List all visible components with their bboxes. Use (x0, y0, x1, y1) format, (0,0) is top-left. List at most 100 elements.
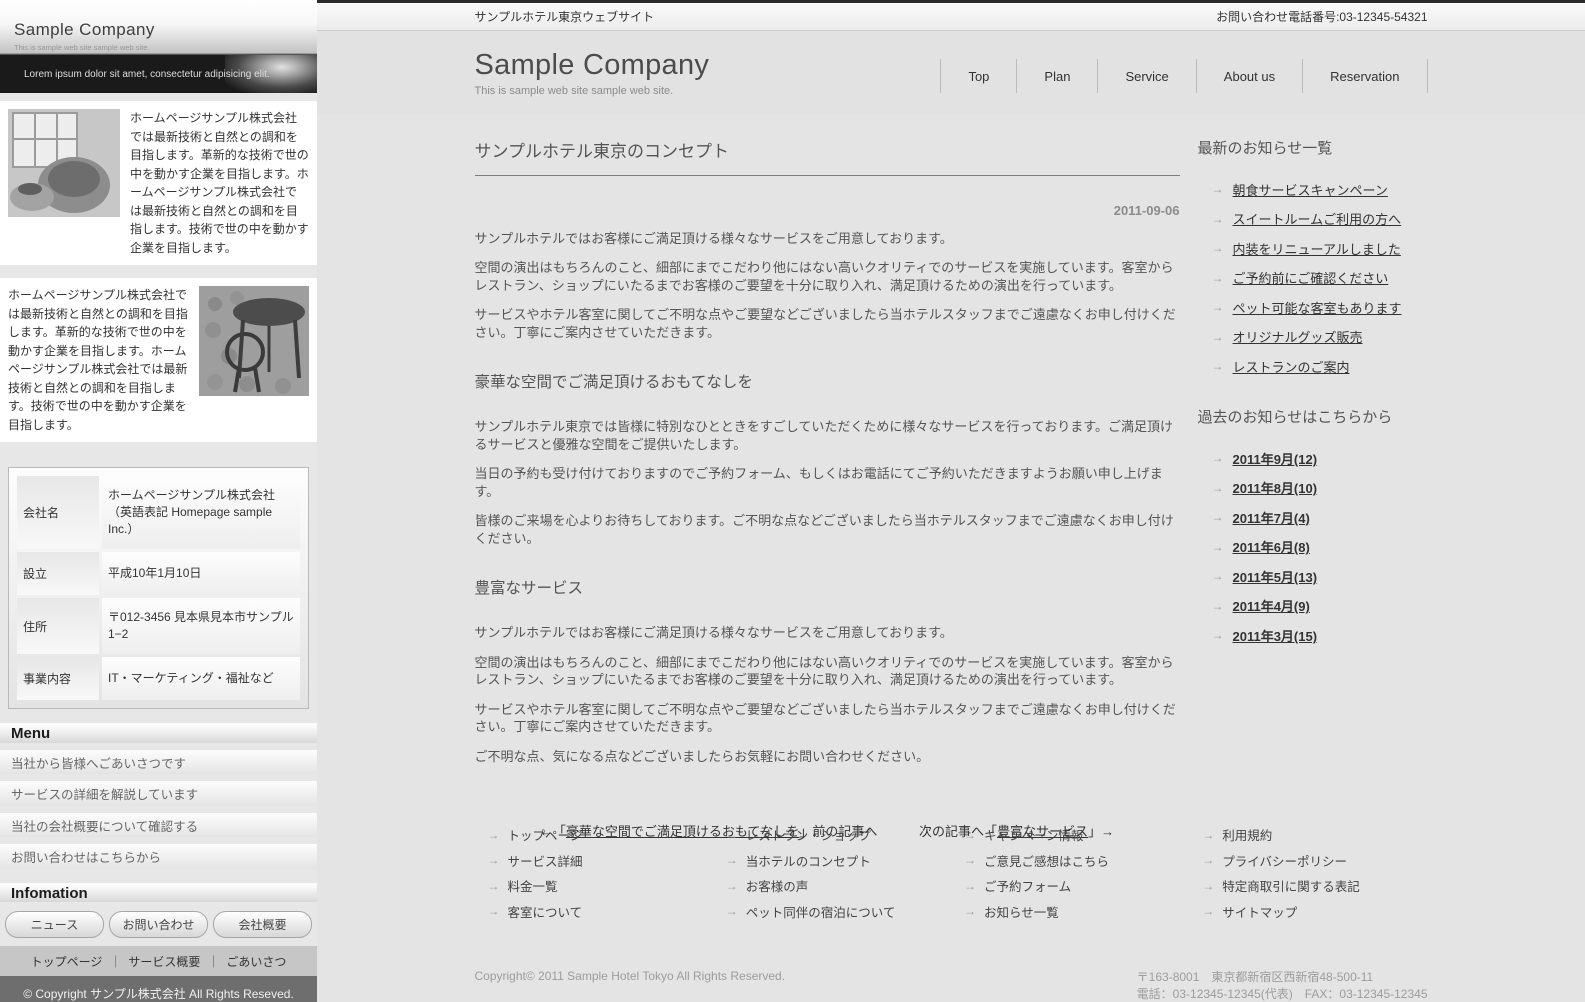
arrow-icon: → (488, 880, 500, 892)
sidebar-information-heading: Infomation (0, 883, 317, 903)
sidebar-link-top[interactable]: トップページ (31, 953, 103, 970)
sidebar-logo[interactable]: Sample Company This is sample web site s… (0, 0, 317, 54)
arrow-icon: → (1212, 331, 1224, 343)
footer-link[interactable]: 客室について (508, 902, 583, 921)
arrow-icon: → (1212, 511, 1224, 523)
footer-link[interactable]: 当ホテルのコンセプト (746, 851, 871, 870)
archive-list: →2011年9月(12) →2011年8月(10) →2011年7月(4) →2… (1198, 449, 1428, 645)
footer-link[interactable]: 利用規約 (1222, 825, 1272, 844)
news-link[interactable]: 内装をリニューアルしました (1233, 239, 1401, 258)
table-row: 住所 〒012-3456 見本県見本市サンプル1−2 (17, 598, 300, 654)
site-header: Sample Company This is sample web site s… (317, 31, 1585, 114)
nav-item-plan[interactable]: Plan (1016, 59, 1097, 93)
archive-link[interactable]: 2011年4月(9) (1233, 596, 1310, 615)
nav-item-top[interactable]: Top (940, 59, 1016, 93)
sidebar-about-text-2: ホームページサンプル株式会社では最新技術と自然との調和を目指します。革新的な技術… (8, 286, 189, 434)
footer-link[interactable]: 料金一覧 (508, 876, 558, 895)
arrow-icon: → (1212, 301, 1224, 313)
news-sidebar: 最新のお知らせ一覧 →朝食サービスキャンペーン →スイートルームご利用の方へ →… (1198, 137, 1428, 803)
article-date: 2011-09-06 (475, 203, 1180, 218)
arrow-icon: → (726, 880, 738, 892)
sidebar-about-block-2: ホームページサンプル株式会社では最新技術と自然との調和を目指します。革新的な技術… (0, 278, 317, 442)
sidebar-buttons: ニュース お問い合わせ 会社概要 (0, 902, 317, 946)
latest-news-heading: 最新のお知らせ一覧 (1198, 137, 1428, 158)
footer-column-1: →トップページ →サービス詳細 →料金一覧 →客室について (475, 825, 713, 927)
footer-link[interactable]: プライバシーポリシー (1222, 851, 1347, 870)
article-paragraph: サンプルホテルではお客様にご満足頂ける様々なサービスをご用意しております。 (475, 230, 1180, 248)
arrow-icon: → (726, 854, 738, 866)
arrow-icon: → (1212, 570, 1224, 582)
sidebar-menu-item-service[interactable]: サービスの詳細を解説しています (0, 781, 317, 805)
footer-link[interactable]: お知らせ一覧 (984, 902, 1059, 921)
footer-address-line1: 〒163-8001 東京都新宿区西新宿48-500-11 (1137, 969, 1428, 986)
footer-link[interactable]: サービス詳細 (508, 851, 583, 870)
footer-link[interactable]: レストラン・ショップ (746, 825, 871, 844)
archive-link[interactable]: 2011年5月(13) (1233, 567, 1318, 586)
arrow-icon: → (1202, 905, 1214, 917)
list-item: →2011年6月(8) (1212, 537, 1428, 556)
list-item: → 2011年4月(9) (1212, 596, 1428, 615)
news-link[interactable]: ペット可能な客室もあります (1233, 298, 1402, 317)
footer-link[interactable]: ご予約フォーム (984, 876, 1071, 895)
list-item: →スイートルームご利用の方へ (1212, 209, 1428, 228)
footer-link[interactable]: ご意見ご感想はこちら (984, 851, 1109, 870)
news-link[interactable]: オリジナルグッズ販売 (1233, 327, 1363, 346)
article-paragraph: 当日の予約も受け付けておりますのでご予約フォーム、もしくはお電話にてご予約いただ… (475, 465, 1180, 500)
contact-button[interactable]: お問い合わせ (109, 911, 208, 938)
footer-link[interactable]: 特定商取引に関する表記 (1222, 876, 1360, 895)
footer-link[interactable]: キャンペーン情報 (984, 825, 1083, 844)
footer-link[interactable]: トップページ (508, 825, 583, 844)
arrow-icon: → (1202, 854, 1214, 866)
arrow-icon: → (1212, 629, 1224, 641)
arrow-icon: → (488, 854, 500, 866)
footer-column-2: →レストラン・ショップ →当ホテルのコンセプト →お客様の声 →ペット同伴の宿泊… (713, 825, 951, 927)
archive-link[interactable]: 2011年3月(15) (1233, 626, 1318, 645)
news-link[interactable]: スイートルームご利用の方へ (1233, 209, 1402, 228)
arrow-icon: → (1212, 272, 1224, 284)
header-logo[interactable]: Sample Company This is sample web site s… (475, 49, 710, 97)
archive-link[interactable]: 2011年6月(8) (1233, 537, 1310, 556)
article-paragraph: 空間の演出はもちろんのこと、細部にまでこだわり他にはない高いクオリティでのサービ… (475, 654, 1180, 689)
topbar: サンプルホテル東京ウェブサイト お問い合わせ電話番号:03-12345-5432… (317, 0, 1585, 31)
sidebar-link-greeting[interactable]: ごあいさつ (226, 953, 286, 970)
page-title: サンプルホテル東京のコンセプト (475, 137, 1180, 176)
company-overview-button[interactable]: 会社概要 (213, 911, 312, 938)
footer-link[interactable]: ペット同伴の宿泊について (746, 902, 896, 921)
news-link[interactable]: レストランのご案内 (1233, 357, 1350, 376)
list-item: → オリジナルグッズ販売 (1212, 327, 1428, 346)
article-paragraph: 空間の演出はもちろんのこと、細部にまでこだわり他にはない高いクオリティでのサービ… (475, 259, 1180, 294)
sidebar-menu-item-contact[interactable]: お問い合わせはこちらから (0, 844, 317, 868)
news-link[interactable]: ご予約前にご確認ください (1233, 268, 1389, 287)
news-link[interactable]: 朝食サービスキャンペーン (1233, 180, 1388, 199)
sidebar-link-service[interactable]: サービス概要 (128, 953, 200, 970)
wicker-chair-photo (8, 109, 120, 217)
arrow-icon: → (1212, 360, 1224, 372)
footer-column-4: →利用規約 →プライバシーポリシー →特定商取引に関する表記 →サイトマップ (1189, 825, 1427, 927)
sidebar-footer-links: トップページ ｜ サービス概要 ｜ ごあいさつ (0, 946, 317, 976)
nav-item-about-us[interactable]: About us (1196, 59, 1302, 93)
footer-link[interactable]: お客様の声 (746, 876, 809, 895)
established-value: 平成10年1月10日 (102, 552, 300, 595)
nav-item-reservation[interactable]: Reservation (1302, 59, 1427, 93)
article: サンプルホテル東京のコンセプト 2011-09-06 サンプルホテルではお客様に… (475, 137, 1180, 803)
news-button[interactable]: ニュース (5, 911, 104, 938)
company-name-label: 会社名 (17, 476, 99, 549)
sidebar-menu-item-greeting[interactable]: 当社から皆様へごあいさつです (0, 750, 317, 774)
content: サンプルホテル東京のコンセプト 2011-09-06 サンプルホテルではお客様に… (475, 137, 1428, 803)
list-item: →内装をリニューアルしました (1212, 239, 1428, 258)
nav-item-service[interactable]: Service (1097, 59, 1195, 93)
arrow-icon: → (964, 905, 976, 917)
archive-link[interactable]: 2011年8月(10) (1233, 478, 1318, 497)
company-info-table: 会社名 ホームページサンプル株式会社 （英語表記 Homepage sample… (8, 467, 309, 709)
archive-link[interactable]: 2011年7月(4) (1233, 508, 1310, 527)
archive-link[interactable]: 2011年9月(12) (1233, 449, 1318, 468)
arrow-icon: → (964, 829, 976, 841)
page: Sample Company This is sample web site s… (0, 0, 1585, 1002)
arrow-icon: → (1212, 600, 1224, 612)
arrow-icon: → (726, 829, 738, 841)
footer-link[interactable]: サイトマップ (1222, 902, 1297, 921)
sidebar-logo-title: Sample Company (14, 20, 317, 40)
business-value: IT・マーケティング・福祉など (102, 657, 300, 700)
list-item: → 2011年3月(15) (1212, 626, 1428, 645)
sidebar-menu-item-company[interactable]: 当社の会社概要について確認する (0, 813, 317, 837)
